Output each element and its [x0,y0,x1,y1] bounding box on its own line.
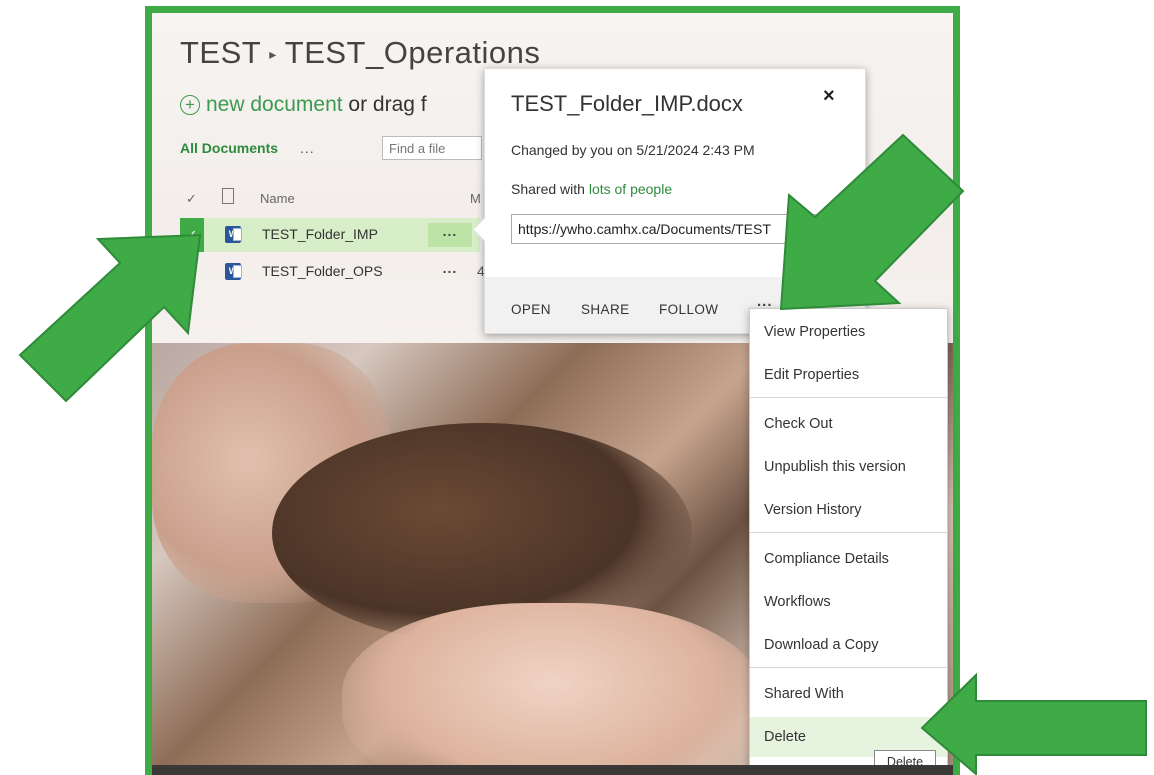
menu-item-check-out[interactable]: Check Out [750,404,947,444]
share-button[interactable]: SHARE [581,302,630,317]
menu-item-edit-properties[interactable]: Edit Properties [750,355,947,395]
view-selector: All Documents... [180,140,315,156]
add-circle-icon[interactable]: + [180,95,200,115]
arrow-right-top-icon [779,133,965,310]
menu-item-download-copy[interactable]: Download a Copy [750,625,947,665]
context-menu: View Properties Edit Properties Check Ou… [749,308,948,767]
page-title: TEST ▸ TEST_Operations [180,35,540,71]
drag-hint-text: or drag f [342,93,427,116]
menu-divider [750,397,947,398]
menu-item-workflows[interactable]: Workflows [750,582,947,622]
menu-item-view-properties[interactable]: View Properties [750,312,947,352]
file-name[interactable]: TEST_Folder_OPS [262,263,383,279]
all-documents-view[interactable]: All Documents [180,140,278,156]
callout-title: TEST_Folder_IMP.docx [511,91,743,116]
menu-item-unpublish[interactable]: Unpublish this version [750,447,947,487]
file-name[interactable]: TEST_Folder_IMP [262,226,378,242]
bottom-bar [152,765,953,775]
word-icon: W [225,263,242,280]
open-button[interactable]: OPEN [511,302,551,317]
menu-item-version-history[interactable]: Version History [750,490,947,530]
row-more-icon[interactable]: ... [428,223,472,247]
select-all-check-icon[interactable]: ✓ [186,191,197,207]
shared-with-link[interactable]: lots of people [589,181,672,197]
breadcrumb-library[interactable]: TEST_Operations [285,35,541,70]
view-more-icon[interactable]: ... [300,140,315,156]
changed-by-text: Changed by you on 5/21/2024 2:43 PM [511,142,755,158]
word-icon: W [225,226,242,243]
modified-column-header[interactable]: M [470,191,481,206]
shared-with-text: Shared with lots of people [511,181,672,197]
menu-divider [750,667,947,668]
new-document-link[interactable]: new document [206,93,343,116]
arrow-right-bottom-icon [920,673,1147,775]
photo-face-bottom [342,603,762,768]
row-more-icon[interactable]: ... [428,260,472,284]
breadcrumb-site[interactable]: TEST [180,35,261,70]
menu-divider [750,532,947,533]
arrow-left-icon [18,233,202,403]
table-row[interactable]: ✓ W TEST_Folder_IMP ... [180,218,480,252]
find-file-input[interactable]: Find a file [382,136,482,160]
close-icon[interactable]: × [823,85,835,108]
new-document-bar: + new document or drag f [180,93,427,117]
table-row[interactable]: W TEST_Folder_OPS ... 4 [180,255,485,289]
name-column-header[interactable]: Name [260,191,295,206]
breadcrumb-separator-icon: ▸ [269,46,277,63]
file-type-icon [222,188,234,204]
follow-button[interactable]: FOLLOW [659,302,718,317]
shared-with-label: Shared with [511,181,589,197]
menu-item-compliance-details[interactable]: Compliance Details [750,539,947,579]
menu-item-shared-with[interactable]: Shared With [750,674,947,714]
